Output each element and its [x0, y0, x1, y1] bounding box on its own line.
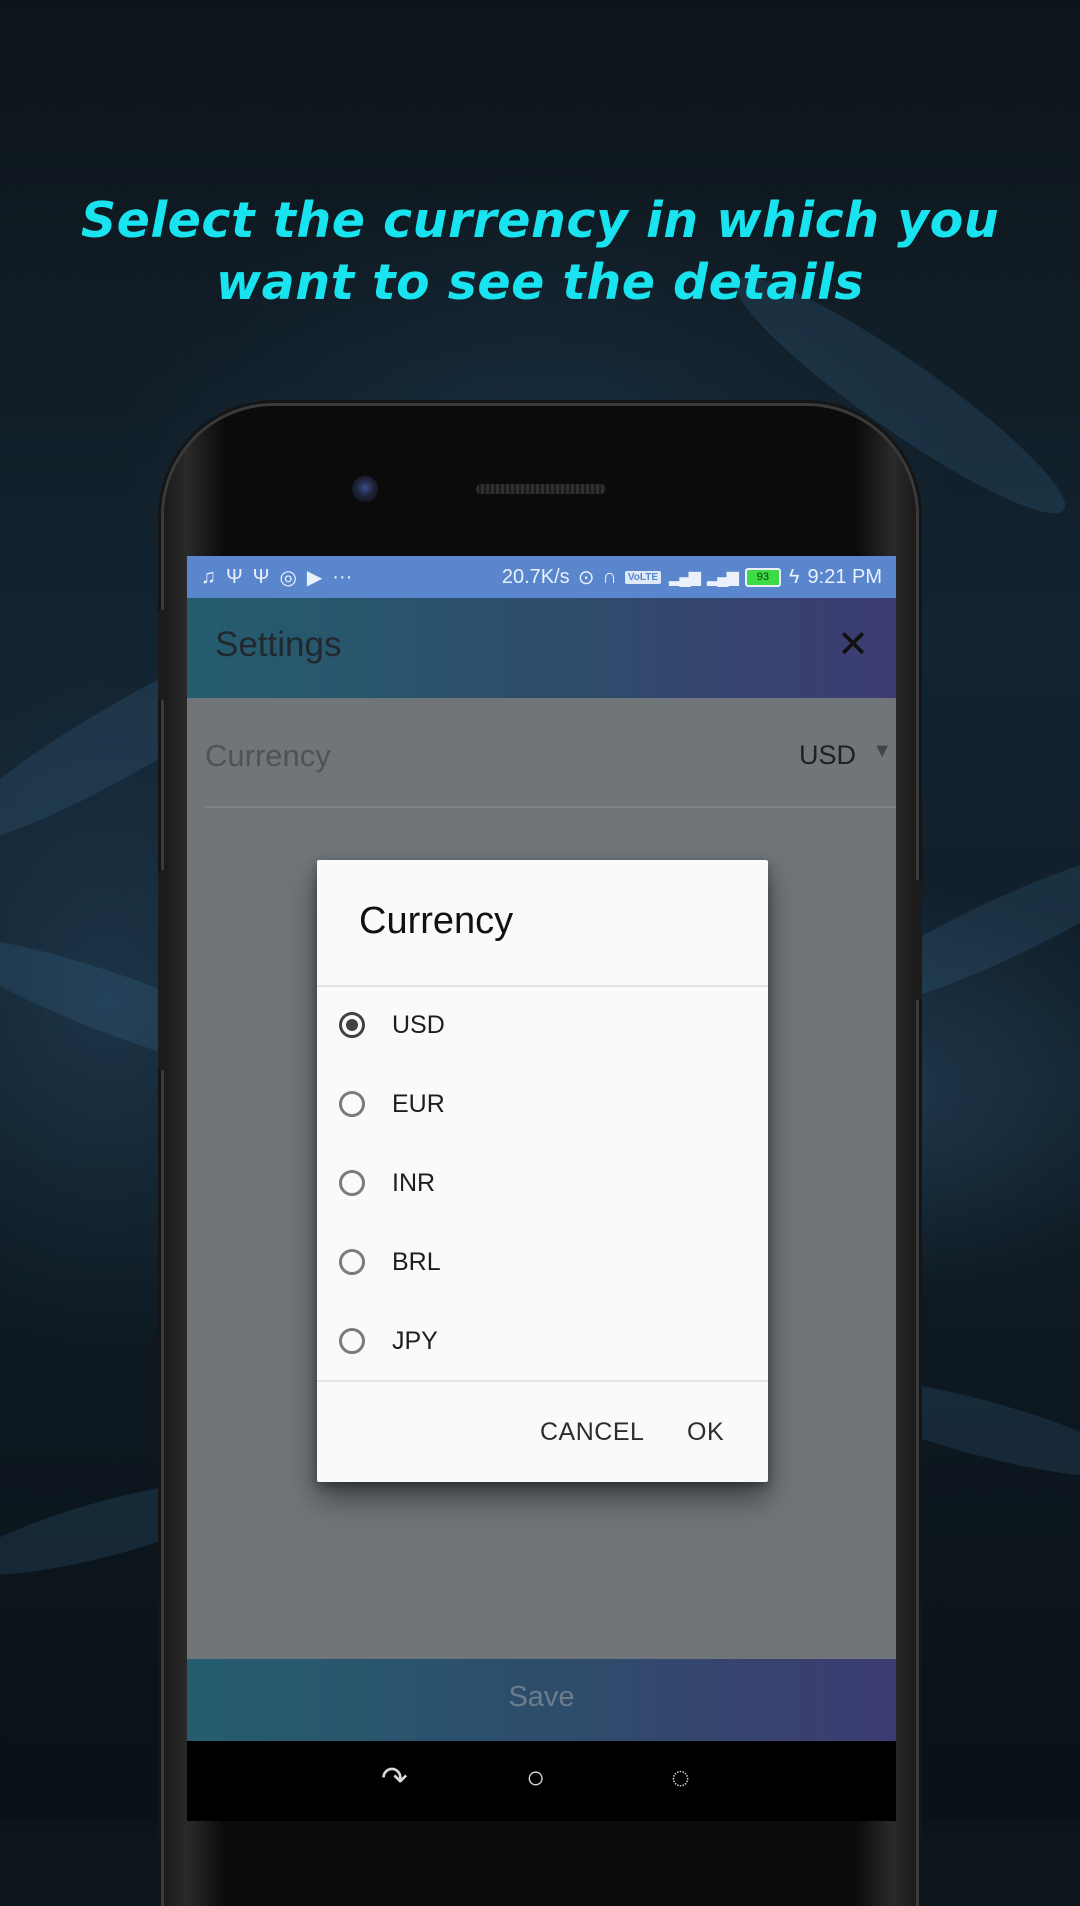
- clock: 9:21 PM: [807, 565, 882, 588]
- save-button[interactable]: Save: [187, 1659, 896, 1741]
- currency-dialog: Currency USD EUR INR BRL JPY CANCEL OK: [317, 860, 768, 1482]
- radio-button[interactable]: [339, 1249, 365, 1275]
- promo-headline: Select the currency in which you want to…: [0, 190, 1080, 314]
- volte-badge: VoLTE: [624, 570, 662, 584]
- save-button-label: Save: [508, 1681, 575, 1713]
- currency-option-inr[interactable]: INR: [317, 1145, 768, 1223]
- dialog-divider: [317, 1380, 768, 1382]
- play-icon: ▶: [306, 566, 323, 589]
- instagram-icon: ◎: [279, 566, 297, 589]
- currency-option-brl[interactable]: BRL: [317, 1224, 768, 1302]
- music-icon: ♫: [201, 565, 216, 588]
- currency-option-usd[interactable]: USD: [317, 987, 768, 1065]
- currency-setting-row[interactable]: Currency USD ▼: [205, 698, 896, 808]
- signal-icon: ▂▄▆: [669, 569, 701, 586]
- option-label: INR: [392, 1169, 436, 1197]
- close-icon[interactable]: ✕: [828, 620, 878, 670]
- navigation-bar: ↷ ○ ◌: [187, 1741, 896, 1821]
- promo-line-1: Select the currency in which you: [80, 192, 1000, 249]
- back-icon[interactable]: ↷: [381, 1759, 408, 1797]
- battery-icon: 93: [744, 567, 781, 587]
- radio-button[interactable]: [339, 1170, 365, 1196]
- phone-side-button: [158, 870, 166, 1070]
- usb-icon: Ψ: [226, 565, 243, 588]
- promo-line-2: want to see the details: [215, 254, 865, 311]
- cancel-button[interactable]: CANCEL: [540, 1418, 644, 1447]
- phone-side-button: [158, 610, 166, 700]
- currency-option-eur[interactable]: EUR: [317, 1066, 768, 1144]
- currency-setting-label: Currency: [205, 738, 331, 773]
- headphones-icon: ∩: [602, 565, 617, 588]
- front-camera: [352, 476, 378, 502]
- recents-icon[interactable]: ◌: [671, 1759, 690, 1796]
- dropdown-arrow-icon[interactable]: ▼: [872, 740, 892, 763]
- status-left-icons: ♫ Ψ Ψ ◎ ▶ ···: [201, 556, 352, 598]
- status-right-icons: 20.7K/s ⊙ ∩ VoLTE ▂▄▆ ▂▄▆ 93 ϟ 9:21 PM: [502, 556, 882, 598]
- earpiece-speaker: [476, 484, 606, 494]
- option-label: JPY: [392, 1327, 438, 1355]
- currency-option-jpy[interactable]: JPY: [317, 1303, 768, 1381]
- status-bar: ♫ Ψ Ψ ◎ ▶ ··· 20.7K/s ⊙ ∩ VoLTE ▂▄▆ ▂▄▆ …: [187, 556, 896, 598]
- charging-icon: ϟ: [788, 565, 800, 588]
- radio-button[interactable]: [339, 1012, 365, 1038]
- option-label: BRL: [392, 1248, 441, 1276]
- option-label: USD: [392, 1011, 445, 1039]
- hotspot-icon: ⊙: [577, 566, 595, 589]
- more-icon: ···: [332, 565, 353, 588]
- usb-icon: Ψ: [252, 565, 270, 588]
- signal-icon: ▂▄▆: [706, 569, 739, 586]
- page-title: Settings: [215, 625, 342, 664]
- currency-setting-value[interactable]: USD: [799, 740, 856, 771]
- phone-side-button: [914, 880, 922, 1000]
- radio-button[interactable]: [339, 1328, 365, 1354]
- option-label: EUR: [392, 1090, 445, 1118]
- ok-button[interactable]: OK: [687, 1418, 724, 1447]
- home-icon[interactable]: ○: [526, 1759, 545, 1796]
- network-speed: 20.7K/s: [501, 565, 570, 588]
- app-bar: Settings ✕: [187, 598, 896, 698]
- dialog-title: Currency: [359, 900, 514, 942]
- radio-button[interactable]: [339, 1091, 365, 1117]
